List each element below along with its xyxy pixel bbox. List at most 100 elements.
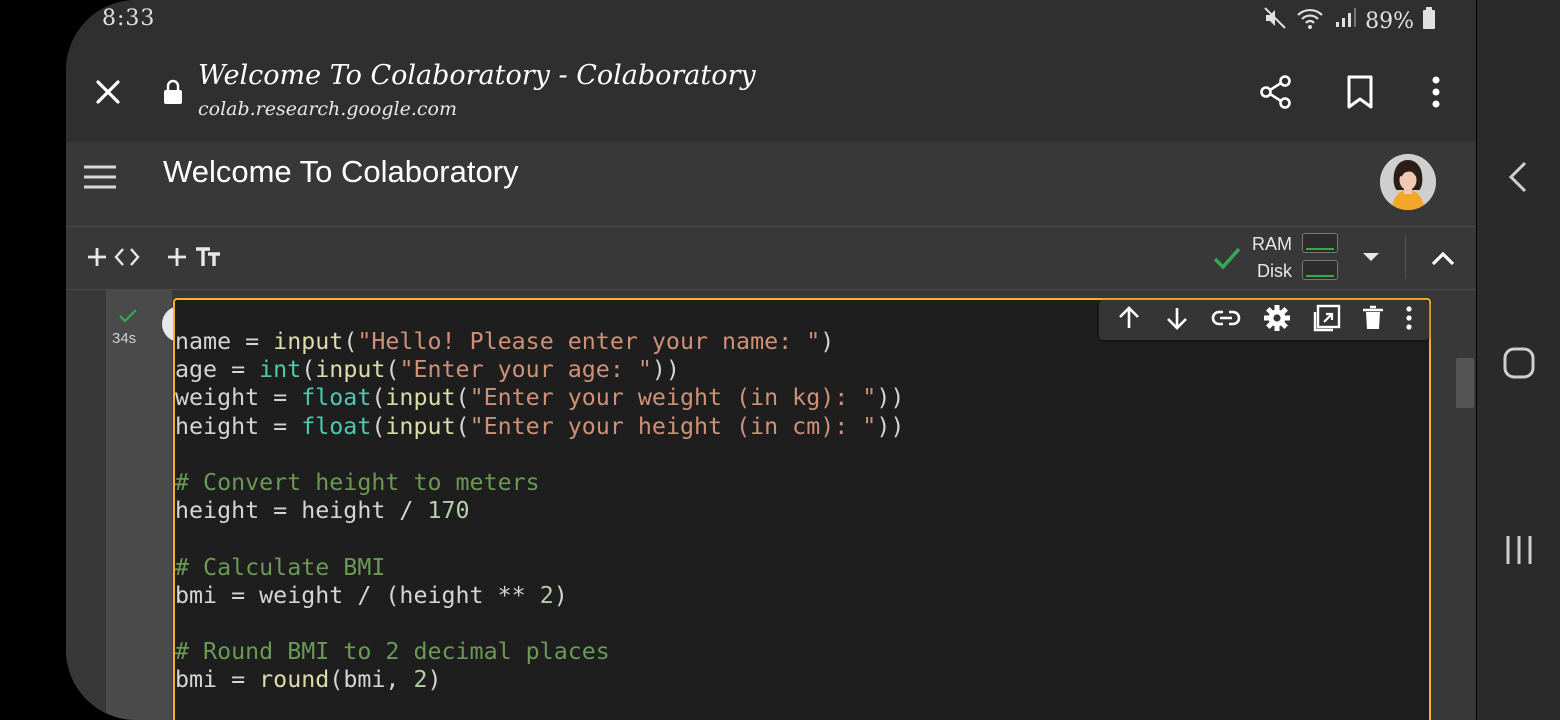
signal-icon — [1333, 6, 1357, 36]
code-token: float — [301, 412, 372, 440]
browser-url[interactable]: colab.research.google.com — [198, 98, 457, 120]
link-icon[interactable] — [1211, 308, 1241, 333]
lock-icon — [162, 78, 184, 106]
code-token: int — [259, 356, 302, 384]
code-editor[interactable]: name = input("Hello! Please enter your n… — [175, 328, 904, 695]
disk-label: Disk — [1257, 261, 1292, 281]
code-line: bmi = weight / (height ** 2) — [175, 582, 904, 610]
code-token: "Enter your weight (in kg): " — [469, 384, 877, 412]
code-token: # Calculate BMI — [175, 553, 386, 581]
status-time: 8:33 — [102, 6, 156, 31]
code-line: name = input("Hello! Please enter your n… — [175, 328, 904, 356]
cell-toolbar — [1099, 300, 1429, 340]
code-token: ( — [343, 328, 358, 355]
move-up-icon[interactable] — [1116, 305, 1142, 336]
mirror-cell-icon[interactable] — [1313, 304, 1341, 337]
cell-gutter: 34s — [106, 290, 198, 720]
code-token: "Hello! Please enter your name: " — [357, 328, 821, 355]
check-icon[interactable] — [1210, 241, 1244, 275]
code-token: 2 — [413, 666, 428, 694]
menu-icon[interactable] — [82, 162, 118, 192]
code-token: ( — [301, 356, 316, 384]
notebook-toolbar: RAM Disk — [66, 227, 1476, 290]
back-nav-icon[interactable] — [1507, 160, 1529, 199]
code-token: )) — [651, 356, 680, 384]
code-token: ( — [455, 384, 470, 412]
close-icon[interactable] — [88, 72, 128, 112]
code-token: (bmi, — [329, 666, 414, 694]
code-token: 2 — [539, 581, 554, 609]
code-token: ( — [371, 384, 386, 412]
code-line: ​ — [175, 610, 904, 638]
code-line: ​ — [175, 525, 904, 553]
browser-page-title[interactable]: Welcome To Colaboratory - Colaboratory — [198, 60, 756, 91]
execution-check-icon — [118, 308, 138, 329]
home-nav-icon[interactable] — [1502, 346, 1536, 385]
resource-monitor[interactable]: RAM Disk — [1252, 231, 1292, 285]
disk-meter — [1302, 260, 1338, 280]
add-code-button[interactable] — [86, 241, 146, 278]
status-bar: 8:33 89% — [66, 0, 1476, 42]
avatar[interactable] — [1380, 154, 1436, 210]
code-token: input — [385, 384, 456, 412]
add-text-icon — [166, 241, 224, 278]
dropdown-icon[interactable] — [1356, 245, 1386, 269]
bookmark-icon[interactable] — [1340, 72, 1380, 112]
code-line: # Calculate BMI — [175, 554, 904, 582]
collapse-icon[interactable] — [1426, 243, 1460, 273]
battery-icon — [1422, 6, 1436, 36]
code-token: bmi = — [175, 666, 260, 694]
status-icons: 89% — [1263, 6, 1436, 36]
code-token: bmi = weight / (height ** — [175, 581, 540, 609]
notebook-content: 34s name = input("Hello! Please enter yo… — [66, 290, 1476, 720]
code-token: ( — [371, 412, 386, 440]
code-token: ( — [455, 412, 470, 440]
code-token: input — [315, 356, 386, 384]
code-token: ) — [427, 666, 442, 694]
code-line: age = int(input("Enter your age: ")) — [175, 356, 904, 384]
ram-meter — [1302, 233, 1338, 253]
more-vert-icon[interactable] — [1420, 72, 1452, 112]
code-token: ( — [385, 356, 400, 384]
code-token: # Convert height to meters — [175, 469, 540, 497]
scrollbar[interactable] — [1456, 358, 1474, 408]
android-nav-bar — [1477, 0, 1560, 720]
code-line: weight = float(input("Enter your weight … — [175, 384, 904, 412]
code-token: input — [273, 328, 344, 355]
code-line: bmi = round(bmi, 2) — [175, 666, 904, 694]
code-token: input — [385, 412, 456, 440]
code-token: age = — [175, 356, 260, 384]
toolbar-divider — [1405, 235, 1406, 279]
code-line: # Round BMI to 2 decimal places — [175, 638, 904, 666]
code-token: "Enter your age: " — [399, 356, 652, 384]
mute-icon — [1263, 6, 1287, 36]
share-icon[interactable] — [1252, 72, 1300, 112]
execution-time: 34s — [112, 330, 137, 347]
code-line: # Convert height to meters — [175, 469, 904, 497]
wifi-icon — [1295, 6, 1325, 36]
code-token: name = — [175, 328, 274, 355]
code-cell[interactable]: name = input("Hello! Please enter your n… — [173, 298, 1431, 720]
code-token: "Enter your height (in cm): " — [469, 412, 877, 440]
phone-screen: 8:33 89% Welcome To Colaboratory - Colab… — [66, 0, 1476, 720]
add-code-icon — [86, 241, 146, 278]
code-token: )) — [876, 384, 905, 412]
colab-header: Welcome To Colaboratory — [66, 142, 1476, 227]
move-down-icon[interactable] — [1164, 305, 1190, 336]
settings-icon[interactable] — [1263, 304, 1291, 337]
add-text-button[interactable] — [166, 241, 224, 278]
code-token: height = — [175, 412, 302, 440]
more-vert-icon[interactable] — [1406, 305, 1412, 335]
recents-nav-icon[interactable] — [1504, 534, 1534, 571]
code-line: ​ — [175, 441, 904, 469]
code-line: height = float(input("Enter your height … — [175, 413, 904, 441]
code-token: weight = — [175, 384, 302, 412]
browser-top-bar: Welcome To Colaboratory - Colaboratory c… — [66, 42, 1476, 142]
code-token: height = height / — [175, 497, 428, 525]
code-token: ) — [553, 581, 568, 609]
code-token: 170 — [427, 497, 470, 525]
code-line: height = height / 170 — [175, 497, 904, 525]
delete-icon[interactable] — [1362, 305, 1384, 336]
code-token: )) — [876, 412, 905, 440]
notebook-title[interactable]: Welcome To Colaboratory — [163, 154, 519, 190]
